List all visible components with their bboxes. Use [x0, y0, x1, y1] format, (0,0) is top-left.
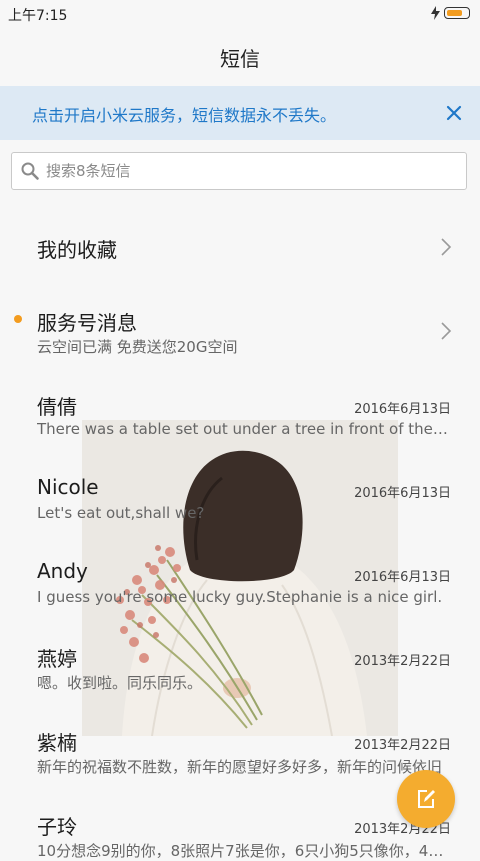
unread-dot	[14, 315, 22, 323]
conversation-row[interactable]: Nicole 2016年6月13日 Let's eat out,shall we…	[0, 469, 480, 539]
message-preview: 嗯。收到啦。同乐同乐。	[37, 674, 203, 692]
compose-icon	[418, 790, 435, 808]
service-title: 服务号消息	[37, 311, 137, 335]
page-title: 短信	[220, 46, 260, 71]
message-date: 2016年6月13日	[354, 402, 451, 417]
message-date: 2013年2月22日	[354, 738, 451, 753]
contact-name: 燕婷	[37, 647, 77, 671]
message-date: 2016年6月13日	[354, 570, 451, 585]
service-subtitle: 云空间已满 免费送您20G空间	[37, 338, 238, 356]
search-icon	[21, 162, 39, 180]
cloud-banner[interactable]: 点击开启小米云服务，短信数据永不丢失。	[0, 86, 480, 140]
message-date: 2016年6月13日	[354, 486, 451, 501]
message-preview: There was a table set out under a tree i…	[37, 420, 452, 438]
contact-name: 紫楠	[37, 731, 77, 755]
status-bar: 上午7:15	[0, 0, 480, 28]
compose-button[interactable]	[397, 770, 455, 828]
contact-name: Andy	[37, 559, 88, 583]
favorites-row[interactable]: 我的收藏	[0, 218, 480, 278]
chevron-right-icon	[441, 238, 452, 256]
banner-text[interactable]: 点击开启小米云服务，短信数据永不丢失。	[32, 102, 336, 126]
battery-level	[447, 10, 462, 16]
status-time: 上午7:15	[8, 8, 68, 24]
message-preview: 10分想念9别的你，8张照片7张是你，6只小狗5只像你，4处寻找	[37, 842, 452, 860]
favorites-label: 我的收藏	[37, 238, 117, 262]
message-date: 2013年2月22日	[354, 654, 451, 669]
status-icons	[431, 6, 470, 20]
charging-icon	[431, 6, 440, 20]
conversation-row[interactable]: Andy 2016年6月13日 I guess you're some luck…	[0, 553, 480, 623]
contact-name: 子玲	[37, 815, 77, 839]
service-messages-row[interactable]: 服务号消息 云空间已满 免费送您20G空间	[0, 300, 480, 364]
search-box[interactable]	[11, 152, 467, 190]
conversation-row[interactable]: 燕婷 2013年2月22日 嗯。收到啦。同乐同乐。	[0, 637, 480, 707]
message-preview: I guess you're some lucky guy.Stephanie …	[37, 588, 443, 606]
close-icon[interactable]	[440, 99, 468, 127]
title-bar: 短信	[0, 28, 480, 86]
message-preview: 新年的祝福数不胜数，新年的愿望好多好多，新年的问候依旧	[37, 758, 443, 776]
contact-name: 倩倩	[37, 395, 77, 419]
contact-name: Nicole	[37, 475, 99, 499]
conversation-row[interactable]: 倩倩 2016年6月13日 There was a table set out …	[0, 385, 480, 455]
chevron-right-icon	[441, 322, 452, 340]
search-input[interactable]	[44, 161, 448, 181]
message-preview: Let's eat out,shall we?	[37, 504, 205, 522]
battery-icon	[444, 7, 470, 19]
